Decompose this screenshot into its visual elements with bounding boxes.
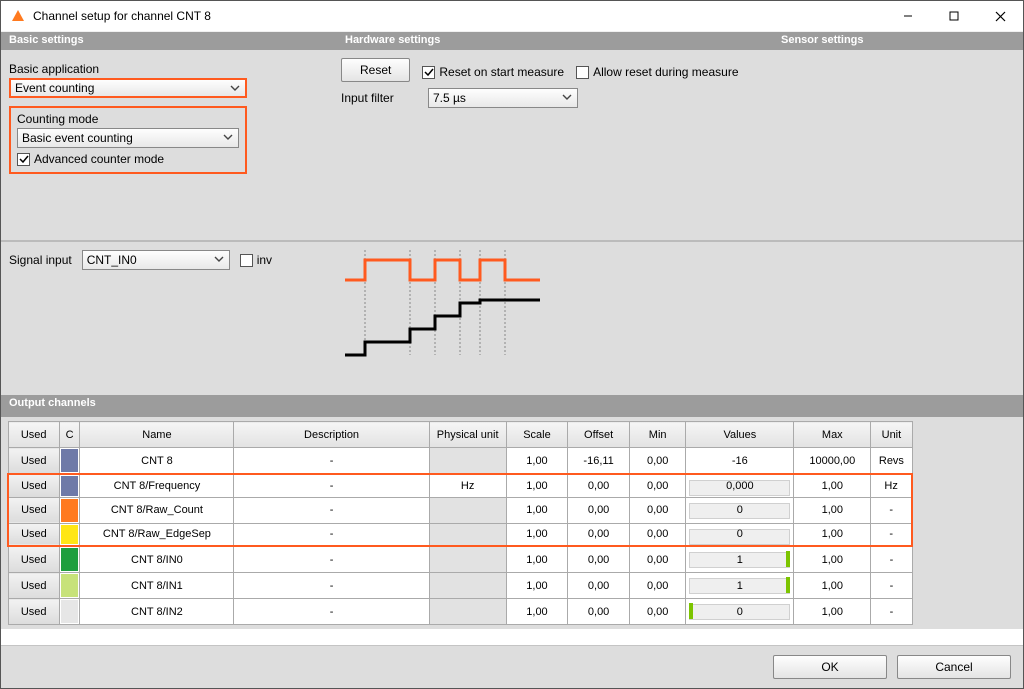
col-used[interactable]: Used [8, 422, 59, 448]
counting-mode-dropdown[interactable]: Basic event counting [17, 128, 239, 148]
table-row[interactable]: UsedCNT 8/IN0-1,000,000,0011,00- [8, 546, 912, 573]
counting-mode-label: Counting mode [17, 112, 239, 126]
checkbox-icon [576, 66, 589, 79]
basic-app-dropdown[interactable]: Event counting [9, 78, 247, 98]
basic-app-value: Event counting [15, 81, 94, 95]
color-swatch [61, 548, 79, 571]
input-filter-value: 7.5 µs [433, 91, 466, 105]
window-controls [885, 1, 1023, 31]
footer: OK Cancel [1, 645, 1023, 688]
settings-area: Basic application Event counting Countin… [1, 50, 1023, 240]
col-c[interactable]: C [59, 422, 80, 448]
header-row: Used C Name Description Physical unit Sc… [8, 422, 912, 448]
color-swatch [61, 525, 79, 545]
chevron-down-icon [561, 91, 573, 106]
window: Channel setup for channel CNT 8 Basic se… [0, 0, 1024, 689]
minimize-button[interactable] [885, 1, 931, 31]
hardware-settings-column: Reset Reset on start measure Allow reset… [319, 58, 1015, 240]
signal-area: Signal input CNT_IN0 inv [1, 240, 1023, 395]
col-min[interactable]: Min [629, 422, 686, 448]
col-off[interactable]: Offset [568, 422, 630, 448]
chevron-down-icon [222, 131, 234, 146]
allow-reset-label: Allow reset during measure [593, 65, 738, 79]
color-swatch [61, 476, 79, 496]
maximize-button[interactable] [931, 1, 977, 31]
output-channels-header: Output channels [1, 395, 1023, 417]
table-row[interactable]: UsedCNT 8-1,00-16,110,00-1610000,00Revs [8, 448, 912, 475]
reset-button-label: Reset [360, 63, 391, 77]
cancel-label: Cancel [935, 660, 972, 674]
reset-on-start-check[interactable]: Reset on start measure [422, 65, 564, 79]
cancel-button[interactable]: Cancel [897, 655, 1011, 679]
ok-label: OK [821, 660, 838, 674]
signal-input-label: Signal input [9, 250, 72, 267]
color-swatch [61, 449, 79, 472]
color-swatch [61, 600, 79, 623]
header-hardware: Hardware settings [337, 32, 773, 50]
table-row[interactable]: UsedCNT 8/IN2-1,000,000,0001,00- [8, 599, 912, 625]
header-basic: Basic settings [1, 32, 337, 50]
window-title: Channel setup for channel CNT 8 [33, 9, 885, 23]
advanced-mode-label: Advanced counter mode [34, 152, 164, 166]
ok-button[interactable]: OK [773, 655, 887, 679]
output-table: Used C Name Description Physical unit Sc… [7, 421, 913, 625]
col-unit[interactable]: Unit [871, 422, 912, 448]
checkbox-icon [422, 66, 435, 79]
color-swatch [61, 574, 79, 597]
checkbox-icon [17, 153, 30, 166]
counting-mode-group: Counting mode Basic event counting Advan… [9, 106, 247, 174]
table-row[interactable]: UsedCNT 8/Raw_EdgeSep-1,000,000,0001,00- [8, 523, 912, 546]
signal-input-dropdown[interactable]: CNT_IN0 [82, 250, 230, 270]
chevron-down-icon [213, 253, 225, 268]
color-swatch [61, 499, 79, 522]
col-name[interactable]: Name [80, 422, 234, 448]
basic-app-label: Basic application [9, 62, 319, 76]
table-row[interactable]: UsedCNT 8/IN1-1,000,000,0011,00- [8, 573, 912, 599]
basic-settings-column: Basic application Event counting Countin… [9, 58, 319, 240]
app-icon [11, 9, 25, 23]
checkbox-icon [240, 254, 253, 267]
allow-reset-check[interactable]: Allow reset during measure [576, 65, 738, 79]
col-phys[interactable]: Physical unit [429, 422, 506, 448]
section-headers: Basic settings Hardware settings Sensor … [1, 32, 1023, 50]
signal-input-value: CNT_IN0 [87, 253, 137, 267]
reset-on-start-label: Reset on start measure [439, 65, 564, 79]
waveform-diagram [280, 250, 1015, 387]
input-filter-dropdown[interactable]: 7.5 µs [428, 88, 578, 108]
close-button[interactable] [977, 1, 1023, 31]
col-desc[interactable]: Description [234, 422, 429, 448]
reset-button[interactable]: Reset [341, 58, 410, 82]
table-row[interactable]: UsedCNT 8/Frequency-Hz1,000,000,000,0001… [8, 474, 912, 497]
counting-mode-value: Basic event counting [22, 131, 133, 145]
inv-label: inv [257, 253, 272, 267]
inv-check[interactable]: inv [240, 253, 272, 267]
col-max[interactable]: Max [794, 422, 871, 448]
advanced-mode-check[interactable]: Advanced counter mode [17, 152, 239, 166]
output-grid: Used C Name Description Physical unit Sc… [1, 417, 1023, 629]
input-filter-label: Input filter [341, 91, 416, 105]
header-sensor: Sensor settings [773, 32, 1023, 50]
col-val[interactable]: Values [686, 422, 794, 448]
col-scale[interactable]: Scale [506, 422, 568, 448]
chevron-down-icon [229, 82, 241, 97]
table-row[interactable]: UsedCNT 8/Raw_Count-1,000,000,0001,00- [8, 497, 912, 523]
title-bar: Channel setup for channel CNT 8 [1, 1, 1023, 32]
